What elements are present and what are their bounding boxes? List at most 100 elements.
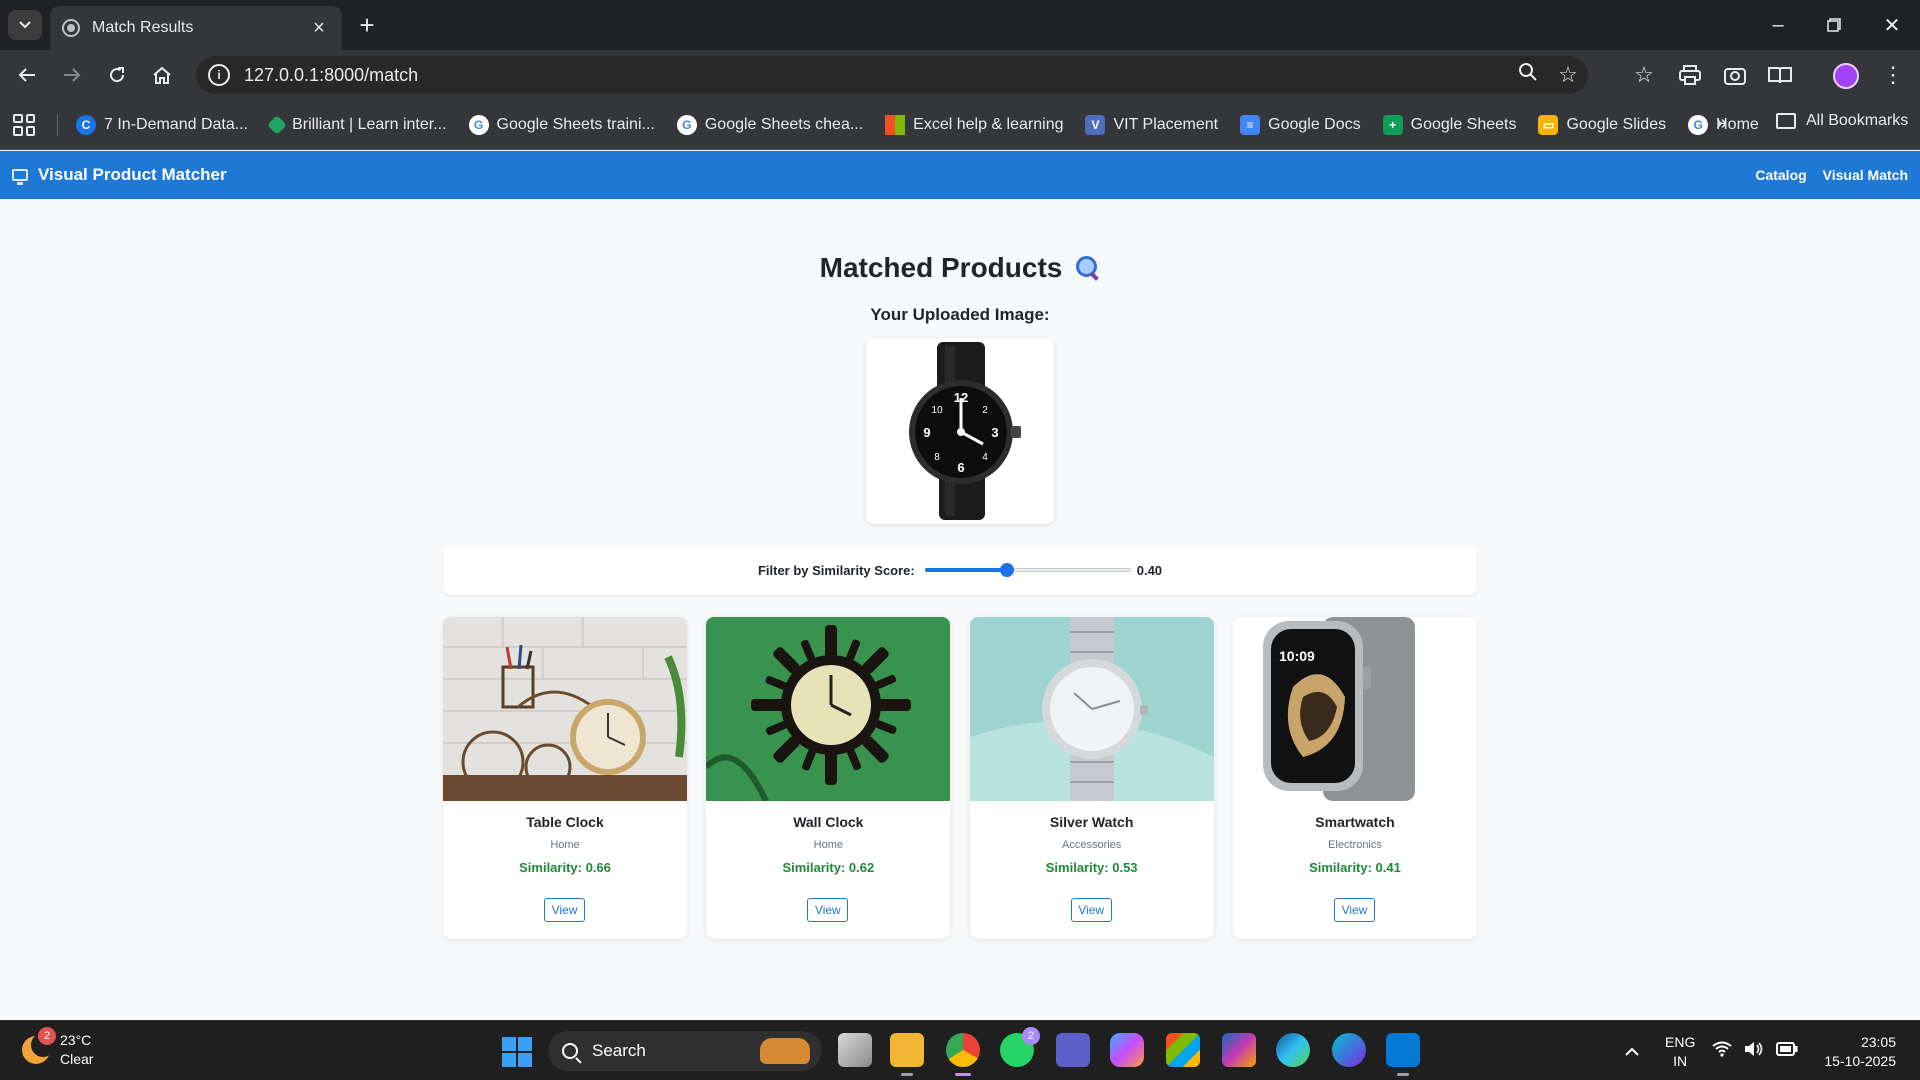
similarity-score: Similarity: 0.62: [782, 860, 875, 875]
copilot-icon[interactable]: [1110, 1033, 1144, 1067]
nav-link-visual-match[interactable]: Visual Match: [1823, 167, 1908, 183]
reading-mode-icon[interactable]: [1763, 58, 1797, 92]
view-button[interactable]: View: [1333, 898, 1375, 922]
view-button[interactable]: View: [807, 898, 849, 922]
close-window-button[interactable]: ✕: [1872, 8, 1912, 42]
task-view-icon[interactable]: [838, 1033, 872, 1067]
google-icon: G: [468, 114, 489, 135]
view-button[interactable]: View: [1070, 898, 1112, 922]
reload-button[interactable]: [100, 58, 134, 92]
camera-icon: [1724, 68, 1746, 85]
system-tray[interactable]: [1712, 1041, 1798, 1062]
similarity-slider[interactable]: [924, 563, 1131, 577]
product-name: Wall Clock: [793, 814, 864, 830]
battery-icon[interactable]: [1776, 1041, 1798, 1062]
globe-icon: [62, 19, 80, 37]
microsoft-store-icon[interactable]: [1166, 1033, 1200, 1067]
similarity-filter: Filter by Similarity Score: 0.40: [443, 545, 1477, 595]
view-button[interactable]: View: [544, 898, 585, 922]
google-icon: G: [1688, 114, 1709, 135]
new-tab-button[interactable]: +: [352, 10, 382, 40]
bookmark-item[interactable]: V VIT Placement: [1085, 114, 1218, 135]
weather-widget[interactable]: 2 23°C Clear: [22, 1027, 93, 1069]
whatsapp-icon[interactable]: 2: [1000, 1027, 1040, 1067]
bookmark-item[interactable]: ≡ Google Docs: [1240, 114, 1361, 135]
site-info-icon[interactable]: i: [208, 64, 230, 86]
bookmark-item[interactable]: G Google Sheets chea...: [676, 114, 863, 135]
nav-link-catalog[interactable]: Catalog: [1755, 167, 1806, 183]
product-category: Accessories: [1062, 839, 1122, 851]
product-name: Smartwatch: [1315, 814, 1395, 830]
more-bookmarks-icon[interactable]: »: [1716, 112, 1727, 135]
close-tab-icon[interactable]: ×: [308, 17, 330, 40]
svg-text:4: 4: [982, 452, 988, 463]
browser-tab-active[interactable]: Match Results ×: [50, 6, 342, 50]
uploaded-image: 12 3 6 9 10 2 8 4: [866, 338, 1054, 524]
vscode-icon[interactable]: [1386, 1033, 1420, 1076]
home-button[interactable]: [145, 58, 179, 92]
language-code: ENG: [1665, 1034, 1696, 1050]
sheets-icon: +: [1382, 114, 1403, 135]
chevron-up-icon[interactable]: [1615, 1035, 1649, 1069]
bookmark-item[interactable]: C 7 In-Demand Data...: [76, 114, 248, 135]
windows-start-icon[interactable]: [502, 1037, 532, 1067]
bookmark-item[interactable]: ▭ Google Slides: [1538, 114, 1666, 135]
file-explorer-icon[interactable]: [890, 1033, 924, 1076]
product-card: Wall Clock Home Similarity: 0.62 View: [706, 617, 951, 939]
tab-search-button[interactable]: [8, 10, 42, 40]
chevron-up-glyph: [1625, 1047, 1639, 1056]
table-clock-image: [443, 617, 687, 801]
screenshot-icon[interactable]: [1718, 58, 1752, 92]
language-indicator[interactable]: ENG IN: [1665, 1033, 1695, 1071]
bookmark-item[interactable]: Excel help & learning: [885, 114, 1064, 135]
apps-grid-icon[interactable]: [13, 113, 35, 136]
restore-button[interactable]: [1814, 8, 1854, 42]
search-icon: [562, 1043, 578, 1059]
filter-value: 0.40: [1136, 562, 1163, 578]
menu-kebab-icon[interactable]: ⋮: [1876, 58, 1910, 92]
canva-icon[interactable]: [1332, 1033, 1366, 1067]
volume-icon[interactable]: [1744, 1041, 1764, 1062]
similarity-score: Similarity: 0.53: [1045, 860, 1138, 875]
product-name: Table Clock: [526, 814, 604, 830]
favorites-icon[interactable]: ☆: [1627, 58, 1661, 92]
back-button[interactable]: [10, 58, 44, 92]
slider-thumb[interactable]: [1000, 563, 1015, 577]
arrow-right-icon: [64, 68, 81, 82]
bookmark-item[interactable]: + Google Sheets: [1382, 114, 1516, 135]
profile-avatar[interactable]: [1833, 63, 1859, 89]
browser-tabstrip: Match Results × + – ✕: [0, 0, 1920, 50]
forward-button[interactable]: [55, 58, 89, 92]
product-category: Electronics: [1328, 839, 1382, 851]
bookmark-label: Excel help & learning: [913, 115, 1064, 133]
address-bar[interactable]: i 127.0.0.1:8000/match ☆: [196, 56, 1588, 94]
chrome-icon[interactable]: [946, 1033, 980, 1076]
edge-icon[interactable]: [1276, 1033, 1310, 1067]
m365-icon[interactable]: [1222, 1033, 1256, 1067]
arrow-left-icon: [18, 68, 35, 82]
taskbar-search[interactable]: Search: [548, 1031, 822, 1071]
product-category: Home: [550, 839, 580, 851]
bookmarks-bar: C 7 In-Demand Data... Brilliant | Learn …: [0, 100, 1920, 150]
product-grid: Table Clock Home Similarity: 0.66 View W…: [443, 617, 1477, 939]
zoom-icon[interactable]: [1508, 62, 1548, 88]
wifi-icon[interactable]: [1712, 1041, 1732, 1062]
printer-icon: [1679, 65, 1701, 85]
brand-title[interactable]: Visual Product Matcher: [38, 165, 1739, 185]
all-bookmarks-button[interactable]: All Bookmarks: [1776, 112, 1908, 130]
google-icon: G: [676, 114, 697, 135]
minimize-button[interactable]: –: [1758, 8, 1798, 42]
taskbar-search-label: Search: [592, 1041, 646, 1060]
print-icon[interactable]: [1673, 58, 1707, 92]
monitor-icon: [12, 169, 28, 185]
bookmarks-divider: [57, 113, 58, 136]
teams-icon[interactable]: [1056, 1033, 1090, 1067]
browser-toolbar: i 127.0.0.1:8000/match ☆ ☆ ⋮: [0, 50, 1920, 100]
bookmark-item[interactable]: G Google Sheets traini...: [468, 114, 655, 135]
bookmark-item[interactable]: Brilliant | Learn inter...: [267, 114, 447, 135]
taskbar-clock[interactable]: 23:05 15-10-2025: [1810, 1033, 1896, 1071]
home-icon: [153, 66, 171, 84]
url-text[interactable]: 127.0.0.1:8000/match: [244, 65, 1508, 86]
bookmark-star-icon[interactable]: ☆: [1548, 62, 1588, 88]
uploaded-image-label: Your Uploaded Image:: [870, 305, 1050, 324]
